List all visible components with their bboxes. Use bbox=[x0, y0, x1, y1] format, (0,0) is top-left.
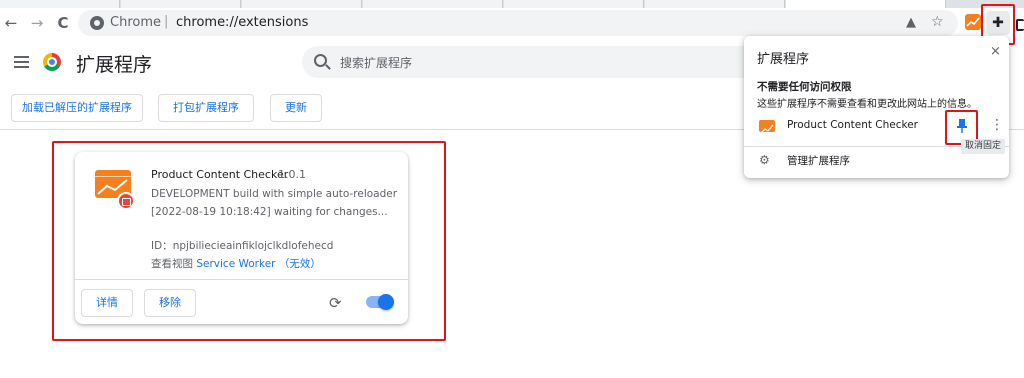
back-arrow-icon[interactable]: ← bbox=[2, 14, 20, 32]
omnibox[interactable]: Chrome | chrome://extensions ▲ ☆ bbox=[78, 10, 958, 36]
forward-arrow-icon[interactable]: → bbox=[28, 14, 46, 32]
browser-tab[interactable] bbox=[504, 0, 644, 8]
tab-strip bbox=[0, 0, 1024, 8]
browser-tab[interactable] bbox=[645, 0, 785, 8]
browser-tab[interactable] bbox=[363, 0, 503, 8]
inspect-views: 查看视图 Service Worker （无效） bbox=[151, 256, 321, 271]
card-footer: 详情 移除 ⟳ bbox=[75, 279, 408, 324]
extension-description: DEVELOPMENT build with simple auto-reloa… bbox=[151, 185, 397, 221]
manage-extensions-link[interactable]: 管理扩展程序 bbox=[787, 153, 850, 168]
reload-extension-icon[interactable]: ⟳ bbox=[329, 294, 342, 312]
pinned-extension-icon[interactable] bbox=[965, 14, 981, 30]
page-title: 扩展程序 bbox=[76, 54, 153, 76]
puzzle-piece-icon[interactable]: ✚ bbox=[986, 11, 1010, 35]
hamburger-menu-icon[interactable] bbox=[14, 56, 29, 68]
views-label: 查看视图 bbox=[151, 258, 197, 270]
extension-id: ID：npjbiliecieainfiklojclkdlofehecd bbox=[151, 238, 333, 253]
more-vert-icon[interactable]: ⋮ bbox=[990, 116, 1004, 134]
omnibox-url[interactable]: chrome://extensions bbox=[176, 15, 308, 30]
browser-tab[interactable] bbox=[0, 0, 120, 8]
share-icon[interactable]: ▲ bbox=[906, 15, 916, 30]
toggle-knob bbox=[378, 294, 394, 310]
browser-tab[interactable] bbox=[242, 0, 362, 8]
popup-title: 扩展程序 bbox=[757, 52, 810, 67]
search-icon bbox=[314, 54, 327, 67]
browser-tab-active[interactable] bbox=[786, 0, 946, 8]
search-input[interactable]: 搜索扩展程序 bbox=[302, 46, 762, 78]
reload-icon[interactable]: C bbox=[54, 14, 72, 32]
details-button[interactable]: 详情 bbox=[81, 289, 133, 317]
popup-extension-name[interactable]: Product Content Checker bbox=[787, 119, 918, 131]
description-line: DEVELOPMENT build with simple auto-reloa… bbox=[151, 188, 398, 200]
chrome-logo-icon bbox=[43, 53, 61, 71]
extensions-menu-popup: 扩展程序 × 不需要任何访问权限 这些扩展程序不需要查看和更改此网站上的信息。 … bbox=[744, 36, 1009, 178]
popup-subtitle: 不需要任何访问权限 bbox=[757, 81, 852, 93]
unpin-tooltip: 取消固定 bbox=[961, 139, 1006, 154]
site-info-icon[interactable] bbox=[90, 16, 104, 30]
id-label: ID： bbox=[151, 240, 173, 252]
close-icon[interactable]: × bbox=[990, 44, 1001, 59]
dev-badge-icon bbox=[117, 192, 135, 210]
extension-card: Product Content Checker 1.0.1 DEVELOPMEN… bbox=[75, 152, 408, 324]
popup-description: 这些扩展程序不需要查看和更改此网站上的信息。 bbox=[757, 99, 977, 110]
omnibox-separator: | bbox=[164, 14, 169, 29]
extension-icon[interactable] bbox=[759, 120, 775, 134]
pin-icon[interactable] bbox=[955, 118, 969, 134]
update-button[interactable]: 更新 bbox=[270, 94, 322, 122]
browser-tab[interactable] bbox=[121, 0, 241, 8]
search-placeholder: 搜索扩展程序 bbox=[340, 56, 413, 70]
description-line: [2022-08-19 10:18:42] waiting for change… bbox=[151, 206, 388, 218]
extension-name: Product Content Checker bbox=[151, 168, 289, 181]
remove-button[interactable]: 移除 bbox=[144, 289, 196, 317]
omnibox-scheme: Chrome bbox=[110, 15, 161, 30]
enable-toggle[interactable] bbox=[366, 294, 394, 310]
bookmark-star-icon[interactable]: ☆ bbox=[931, 14, 944, 30]
extension-version: 1.0.1 bbox=[278, 168, 306, 181]
gear-icon[interactable]: ⚙ bbox=[759, 153, 770, 167]
load-unpacked-button[interactable]: 加载已解压的扩展程序 bbox=[11, 94, 143, 122]
side-panel-icon[interactable] bbox=[1016, 19, 1024, 31]
service-worker-link[interactable]: Service Worker （无效） bbox=[196, 258, 320, 270]
pack-extension-button[interactable]: 打包扩展程序 bbox=[158, 94, 254, 122]
id-value: npjbiliecieainfiklojclkdlofehecd bbox=[172, 240, 334, 252]
browser-toolbar: ← → C Chrome | chrome://extensions ▲ ☆ ✚ bbox=[0, 8, 1024, 38]
